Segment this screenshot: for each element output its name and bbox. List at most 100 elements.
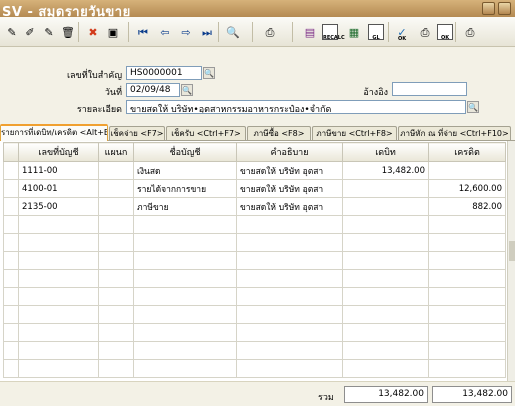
- table-row[interactable]: [3, 305, 506, 324]
- cell-account-name[interactable]: [133, 359, 237, 378]
- cell-department[interactable]: [98, 251, 134, 270]
- cell-credit[interactable]: [428, 269, 506, 288]
- cell-debit[interactable]: [342, 251, 429, 270]
- cell-department[interactable]: [98, 233, 134, 252]
- cancel-icon[interactable]: ✖: [85, 24, 101, 40]
- cell-account-no[interactable]: [18, 233, 99, 252]
- cell-department[interactable]: [98, 161, 134, 180]
- cell-description[interactable]: [236, 287, 343, 306]
- cell-description[interactable]: [236, 251, 343, 270]
- cell-debit[interactable]: [342, 341, 429, 360]
- cell-department[interactable]: [98, 287, 134, 306]
- row-indicator[interactable]: [3, 287, 19, 306]
- ledger-icon[interactable]: ▦: [346, 24, 362, 40]
- cell-description[interactable]: [236, 305, 343, 324]
- cell-description[interactable]: [236, 269, 343, 288]
- ok-icon[interactable]: OK: [437, 24, 453, 41]
- cell-account-no[interactable]: 2135-00: [18, 197, 99, 216]
- reference-field[interactable]: [392, 82, 467, 96]
- tab-withholding-tax[interactable]: ภาษีหัก ณ ที่จ่าย <Ctrl+F10>: [398, 126, 511, 140]
- cell-account-name[interactable]: [133, 323, 237, 342]
- cell-account-name[interactable]: [133, 233, 237, 252]
- cell-credit[interactable]: [428, 233, 506, 252]
- tab-purchase-tax[interactable]: ภาษีซื้อ <F8>: [247, 126, 311, 140]
- first-record-icon[interactable]: ⏮: [135, 24, 151, 40]
- cell-credit[interactable]: [428, 359, 506, 378]
- cell-credit[interactable]: [428, 305, 506, 324]
- cell-description[interactable]: [236, 323, 343, 342]
- cell-debit[interactable]: [342, 287, 429, 306]
- tab-sales-tax[interactable]: ภาษีขาย <Ctrl+F8>: [312, 126, 397, 140]
- cell-credit[interactable]: [428, 251, 506, 270]
- cell-debit[interactable]: [342, 269, 429, 288]
- cell-account-name[interactable]: ภาษีขาย: [133, 197, 237, 216]
- row-indicator[interactable]: [3, 161, 19, 180]
- cell-department[interactable]: [98, 359, 134, 378]
- calendar-icon[interactable]: 🔍: [181, 84, 193, 96]
- cell-credit[interactable]: [428, 287, 506, 306]
- table-row[interactable]: [3, 233, 506, 252]
- cell-department[interactable]: [98, 305, 134, 324]
- cell-account-no[interactable]: [18, 269, 99, 288]
- table-row[interactable]: [3, 341, 506, 360]
- save-icon[interactable]: ▣: [105, 24, 121, 40]
- row-indicator[interactable]: [3, 269, 19, 288]
- film-icon[interactable]: ▤: [302, 24, 318, 40]
- edit-pencil-icon[interactable]: ✐: [22, 24, 38, 40]
- table-row[interactable]: [3, 251, 506, 270]
- cell-account-no[interactable]: [18, 287, 99, 306]
- prev-record-icon[interactable]: ⇦: [157, 24, 173, 40]
- table-row[interactable]: [3, 215, 506, 234]
- row-indicator[interactable]: [3, 341, 19, 360]
- cell-credit[interactable]: 882.00: [428, 197, 506, 216]
- cell-description[interactable]: [236, 341, 343, 360]
- cell-account-name[interactable]: [133, 215, 237, 234]
- cell-credit[interactable]: [428, 161, 506, 180]
- cell-account-no[interactable]: [18, 215, 99, 234]
- doc-no-search-icon[interactable]: 🔍: [203, 67, 215, 79]
- printer-dropdown-icon[interactable]: ⎙: [462, 24, 478, 40]
- cell-description[interactable]: [236, 233, 343, 252]
- cell-credit[interactable]: 12,600.00: [428, 179, 506, 198]
- print-icon[interactable]: ⎙: [262, 24, 278, 40]
- cell-description[interactable]: ขายสดให้ บริษัท อุตสา: [236, 161, 343, 180]
- cell-department[interactable]: [98, 323, 134, 342]
- row-indicator[interactable]: [3, 179, 19, 198]
- cell-account-name[interactable]: เงินสด: [133, 161, 237, 180]
- cell-account-name[interactable]: [133, 341, 237, 360]
- cell-debit[interactable]: [342, 215, 429, 234]
- minimize-button[interactable]: [482, 2, 495, 15]
- cell-debit[interactable]: [342, 323, 429, 342]
- row-indicator[interactable]: [3, 197, 19, 216]
- approve-ok-icon[interactable]: ✓ OK: [394, 24, 410, 42]
- table-row[interactable]: 2135-00 ภาษีขาย ขายสดให้ บริษัท อุตสา 882.0…: [3, 197, 506, 216]
- row-indicator[interactable]: [3, 215, 19, 234]
- column-header-department[interactable]: แผนก: [98, 142, 134, 162]
- trash-icon[interactable]: 🗑: [60, 24, 76, 40]
- table-row[interactable]: 1111-00 เงินสด ขายสดให้ บริษัท อุตสา 13,482…: [3, 161, 506, 180]
- scrollbar-thumb[interactable]: [509, 241, 515, 261]
- row-indicator[interactable]: [3, 233, 19, 252]
- cell-account-no[interactable]: [18, 305, 99, 324]
- cell-credit[interactable]: [428, 215, 506, 234]
- row-indicator[interactable]: [3, 251, 19, 270]
- column-header-debit[interactable]: เดบิท: [342, 142, 429, 162]
- table-row[interactable]: [3, 359, 506, 378]
- cell-department[interactable]: [98, 341, 134, 360]
- cell-account-name[interactable]: รายได้จากการขาย: [133, 179, 237, 198]
- row-indicator[interactable]: [3, 323, 19, 342]
- vertical-scrollbar[interactable]: [507, 141, 515, 382]
- column-header-description[interactable]: คำอธิบาย: [236, 142, 343, 162]
- cell-account-no[interactable]: 1111-00: [18, 161, 99, 180]
- edit-doc2-icon[interactable]: ✎: [41, 24, 57, 40]
- cell-department[interactable]: [98, 179, 134, 198]
- last-record-icon[interactable]: ⏭: [199, 24, 215, 40]
- cell-credit[interactable]: [428, 341, 506, 360]
- cell-description[interactable]: ขายสดให้ บริษัท อุตสา: [236, 179, 343, 198]
- cell-debit[interactable]: [342, 359, 429, 378]
- cell-description[interactable]: [236, 215, 343, 234]
- cell-account-no[interactable]: 4100-01: [18, 179, 99, 198]
- cell-account-name[interactable]: [133, 287, 237, 306]
- cell-department[interactable]: [98, 215, 134, 234]
- cell-account-no[interactable]: [18, 359, 99, 378]
